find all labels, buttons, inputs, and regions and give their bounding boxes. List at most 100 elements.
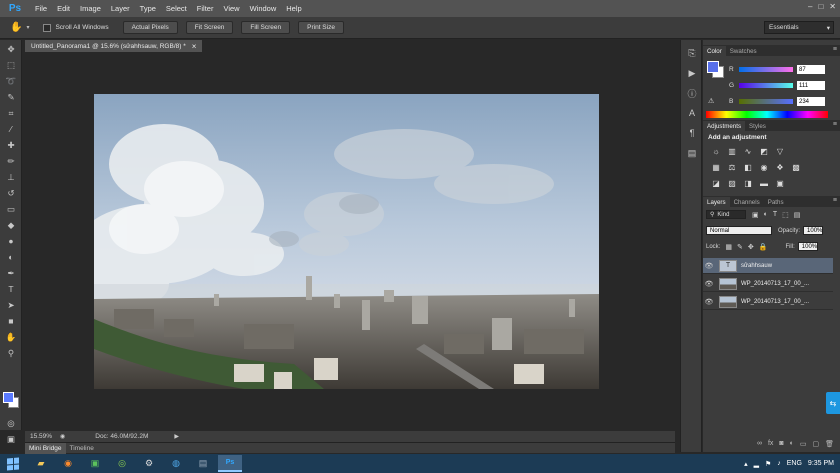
opacity-input[interactable]: 100% — [803, 226, 824, 235]
layer-row[interactable]: 👁 T sửahhsauw — [703, 258, 833, 274]
foreground-color[interactable] — [3, 392, 14, 403]
history-brush-tool-icon[interactable]: ↺ — [4, 186, 18, 200]
panel-menu-icon[interactable]: ≡ — [833, 197, 837, 204]
layer-row[interactable]: 👁 WP_20140713_17_00_... — [703, 276, 833, 292]
hue-saturation-icon[interactable]: ▦ — [711, 162, 721, 172]
brush-tool-icon[interactable]: ✏ — [4, 154, 18, 168]
menu-select[interactable]: Select — [161, 4, 192, 13]
properties-icon[interactable]: ▤ — [685, 146, 699, 160]
fill-input[interactable]: 100% — [797, 242, 818, 251]
eyedropper-tool-icon[interactable]: ⁄ — [4, 122, 18, 136]
tray-expand-icon[interactable]: ▴ — [744, 460, 748, 468]
tab-color[interactable]: Color — [703, 46, 726, 56]
browser-icon[interactable]: ◍ — [164, 455, 188, 472]
status-menu-icon[interactable]: ◉ — [60, 433, 65, 440]
close-window-button[interactable]: ✕ — [829, 2, 836, 11]
paragraph-icon[interactable]: ¶ — [685, 126, 699, 140]
move-tool-icon[interactable]: ✥ — [4, 42, 18, 56]
green-app-icon[interactable]: ▣ — [83, 455, 107, 472]
photoshop-taskbar-icon[interactable]: Ps — [218, 455, 242, 472]
tab-channels[interactable]: Channels — [730, 197, 764, 207]
new-adjustment-icon[interactable]: ◐ — [790, 440, 794, 450]
photo-filter-icon[interactable]: ◉ — [759, 162, 769, 172]
lock-all-icon[interactable]: 🔒 — [759, 243, 768, 251]
menu-layer[interactable]: Layer — [106, 4, 135, 13]
warning-icon[interactable]: ⚠ — [708, 97, 714, 105]
posterize-icon[interactable]: ▨ — [727, 178, 737, 188]
layer-name[interactable]: WP_20140713_17_00_... — [741, 299, 809, 305]
gradient-map-icon[interactable]: ▬ — [759, 178, 769, 188]
visibility-eye-icon[interactable]: 👁 — [703, 298, 715, 306]
language-indicator[interactable]: ENG — [787, 460, 802, 467]
fg-color-preview[interactable] — [707, 61, 719, 73]
menu-filter[interactable]: Filter — [192, 4, 219, 13]
layer-name[interactable]: WP_20140713_17_00_... — [741, 281, 809, 287]
blend-mode-select[interactable]: Normal — [706, 226, 772, 235]
minimize-button[interactable]: – — [808, 2, 812, 11]
close-tab-icon[interactable]: × — [192, 42, 197, 51]
steam-icon[interactable]: ⚙ — [137, 455, 161, 472]
vibrance-icon[interactable]: ▽ — [775, 146, 785, 156]
layer-filter-select[interactable]: ⚲ Kind — [706, 210, 746, 219]
new-layer-icon[interactable]: ▢ — [812, 440, 819, 450]
dodge-tool-icon[interactable]: ◐ — [4, 250, 18, 264]
blur-tool-icon[interactable]: ● — [4, 234, 18, 248]
brightness-icon[interactable]: ☼ — [711, 146, 721, 156]
tab-adjustments[interactable]: Adjustments — [703, 121, 746, 131]
selective-color-icon[interactable]: ▣ — [775, 178, 785, 188]
quick-mask-icon[interactable]: ◎ — [4, 416, 18, 430]
workspace-select[interactable]: Essentials ▾ — [764, 21, 834, 34]
teamviewer-icon[interactable]: ⇆ — [826, 392, 840, 414]
levels-icon[interactable]: ▥ — [727, 146, 737, 156]
pen-tool-icon[interactable]: ✒ — [4, 266, 18, 280]
scroll-all-checkbox[interactable] — [43, 23, 52, 32]
link-layers-icon[interactable]: ∞ — [757, 440, 762, 450]
type-tool-icon[interactable]: T — [4, 282, 18, 296]
document-tab[interactable]: Untitled_Panorama1 @ 15.6% (sửahhsauw, R… — [25, 40, 203, 52]
menu-edit[interactable]: Edit — [52, 4, 75, 13]
actions-icon[interactable]: ▶ — [685, 66, 699, 80]
slider-r-track[interactable] — [739, 67, 793, 72]
menu-type[interactable]: Type — [135, 4, 161, 13]
add-mask-icon[interactable]: ◙ — [779, 440, 783, 450]
info-icon[interactable]: ⓘ — [685, 86, 699, 100]
actual-pixels-button[interactable]: Actual Pixels — [122, 21, 178, 34]
layer-name[interactable]: sửahhsauw — [741, 263, 772, 269]
menu-window[interactable]: Window — [245, 4, 282, 13]
menu-file[interactable]: File — [30, 4, 52, 13]
path-selection-tool-icon[interactable]: ➤ — [4, 298, 18, 312]
tab-layers[interactable]: Layers — [703, 197, 730, 207]
trash-icon[interactable]: 🗑 — [825, 440, 834, 450]
visibility-eye-icon[interactable]: 👁 — [703, 262, 715, 270]
panel-menu-icon[interactable]: ≡ — [833, 121, 837, 128]
panorama-image[interactable] — [94, 94, 599, 389]
panel-menu-icon[interactable]: ≡ — [833, 46, 837, 53]
layer-row[interactable]: 👁 WP_20140713_17_00_... — [703, 294, 833, 310]
utorrent-icon[interactable]: ◎ — [110, 455, 134, 472]
black-white-icon[interactable]: ◧ — [743, 162, 753, 172]
fx-icon[interactable]: fx — [768, 440, 773, 450]
lock-position-icon[interactable]: ✥ — [748, 243, 754, 251]
slider-r[interactable]: R 87 — [729, 65, 825, 74]
canvas-area[interactable] — [25, 52, 675, 431]
clone-stamp-tool-icon[interactable]: ⊥ — [4, 170, 18, 184]
fit-screen-button[interactable]: Fit Screen — [185, 21, 234, 34]
fill-screen-button[interactable]: Fill Screen — [241, 21, 291, 34]
hand-tool-icon[interactable]: ✋ — [10, 22, 22, 33]
menu-help[interactable]: Help — [281, 4, 306, 13]
exposure-icon[interactable]: ◩ — [759, 146, 769, 156]
lock-transparent-icon[interactable]: ▦ — [725, 243, 732, 251]
character-icon[interactable]: A — [685, 106, 699, 120]
marquee-tool-icon[interactable]: ⬚ — [4, 58, 18, 72]
volume-icon[interactable]: ♪ — [777, 460, 781, 467]
healing-brush-tool-icon[interactable]: ✚ — [4, 138, 18, 152]
tab-mini-bridge[interactable]: Mini Bridge — [25, 442, 66, 454]
curves-icon[interactable]: ∿ — [743, 146, 753, 156]
filter-pixel-icon[interactable]: ▣ — [752, 211, 759, 219]
print-size-button[interactable]: Print Size — [298, 21, 344, 34]
menu-view[interactable]: View — [218, 4, 244, 13]
zoom-tool-icon[interactable]: ⚲ — [4, 346, 18, 360]
firefox-icon[interactable]: ◉ — [56, 455, 80, 472]
slider-g-value[interactable]: 111 — [797, 81, 825, 90]
visibility-eye-icon[interactable]: 👁 — [703, 280, 715, 288]
